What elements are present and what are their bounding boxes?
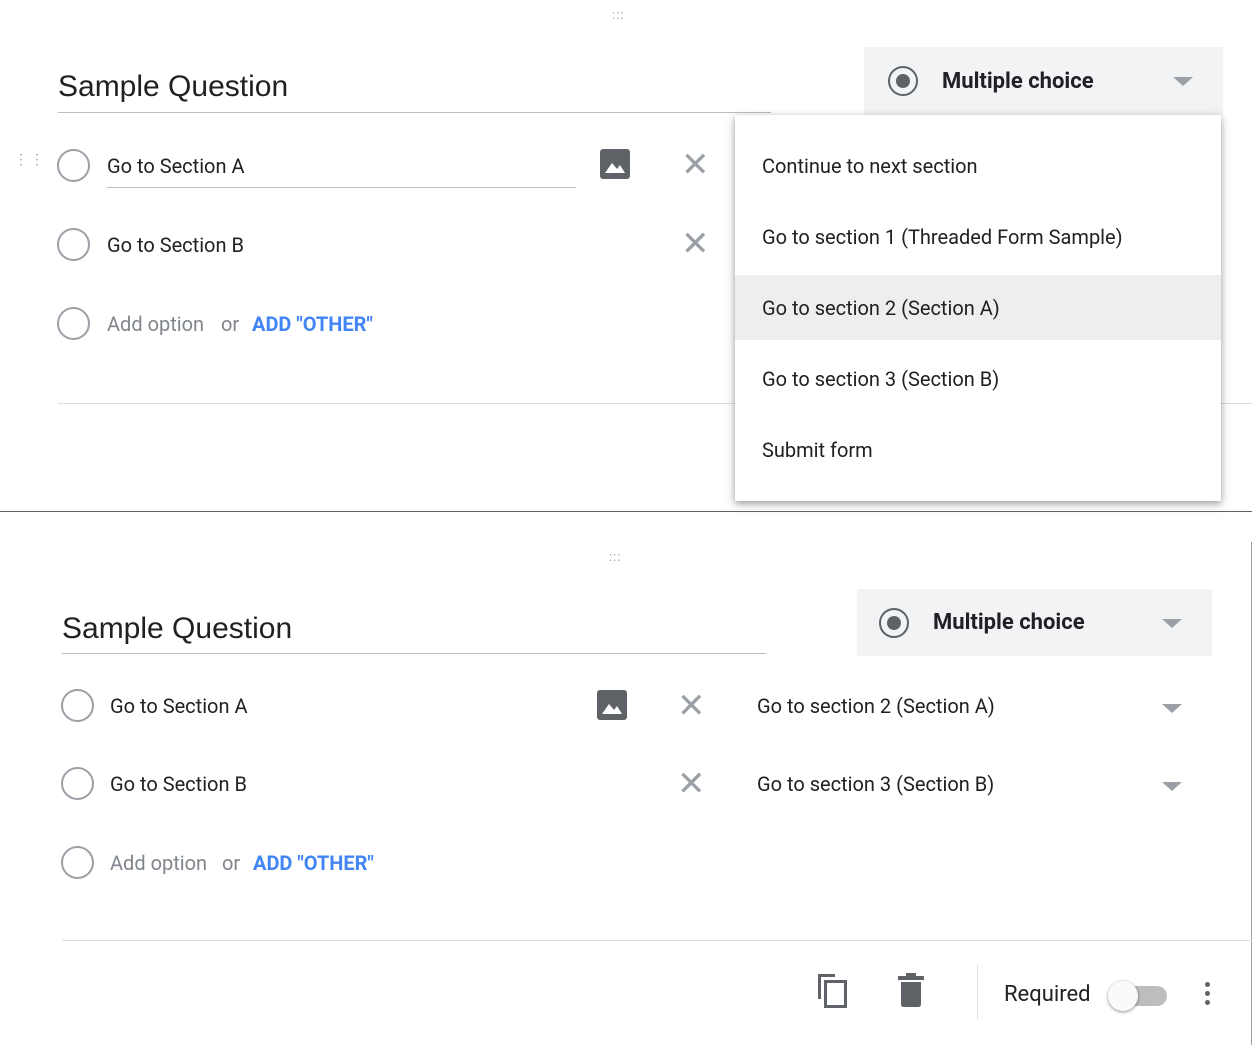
card-drag-handle-icon[interactable]: ::: — [612, 9, 624, 22]
menu-item-continue[interactable]: Continue to next section — [735, 133, 1221, 198]
caret-down-icon[interactable] — [1162, 704, 1182, 713]
toggle-thumb — [1108, 981, 1138, 1011]
option-radio — [61, 689, 94, 722]
option-radio — [61, 767, 94, 800]
add-other-button[interactable]: ADD "OTHER" — [252, 312, 373, 336]
option-label[interactable]: Go to Section A — [107, 154, 245, 178]
question-title[interactable]: Sample Question — [58, 70, 288, 104]
add-option-input[interactable]: Add option — [107, 312, 204, 336]
option-label[interactable]: Go to Section B — [110, 772, 247, 796]
required-toggle[interactable] — [1108, 979, 1170, 1013]
menu-item-section-1[interactable]: Go to section 1 (Threaded Form Sample) — [735, 204, 1221, 269]
question-title-underline — [62, 653, 766, 654]
question-type-label: Multiple choice — [933, 610, 1085, 635]
trash-icon[interactable] — [898, 973, 924, 1011]
close-icon[interactable]: ✕ — [681, 227, 710, 261]
question-card-bottom: ::: Sample Question Multiple choice Go t… — [0, 542, 1252, 1045]
menu-item-section-2[interactable]: Go to section 2 (Section A) — [735, 275, 1221, 340]
required-label: Required — [1004, 982, 1091, 1007]
question-type-select[interactable]: Multiple choice — [857, 589, 1212, 656]
go-to-section-select[interactable]: Go to section 3 (Section B) — [757, 772, 994, 796]
question-title-underline — [58, 112, 771, 113]
question-type-label: Multiple choice — [942, 68, 1094, 94]
caret-down-icon — [1173, 77, 1193, 86]
option-radio — [57, 228, 90, 261]
menu-item-submit[interactable]: Submit form — [735, 417, 1221, 482]
close-icon[interactable]: ✕ — [681, 148, 710, 182]
option-label[interactable]: Go to Section A — [110, 694, 248, 718]
add-option-input[interactable]: Add option — [110, 851, 207, 875]
footer-divider — [62, 940, 1252, 941]
option-underline — [107, 187, 576, 188]
image-icon[interactable] — [600, 149, 630, 179]
question-card-top: ::: Sample Question Multiple choice ⋮⋮ G… — [0, 0, 1252, 512]
option-label[interactable]: Go to Section B — [107, 233, 244, 257]
close-icon[interactable]: ✕ — [677, 689, 706, 723]
footer-separator — [977, 965, 978, 1019]
or-text: or — [222, 851, 241, 875]
menu-item-section-3[interactable]: Go to section 3 (Section B) — [735, 346, 1221, 411]
card-drag-handle-icon[interactable]: ::: — [609, 551, 621, 564]
option-radio — [57, 307, 90, 340]
go-to-section-menu: Continue to next section Go to section 1… — [735, 115, 1221, 501]
add-other-button[interactable]: ADD "OTHER" — [253, 851, 374, 875]
option-radio — [61, 846, 94, 879]
radio-button-icon — [879, 607, 909, 638]
caret-down-icon[interactable] — [1162, 782, 1182, 791]
caret-down-icon — [1162, 619, 1182, 628]
copy-icon[interactable] — [815, 971, 849, 1013]
image-icon[interactable] — [597, 690, 627, 720]
question-type-select[interactable]: Multiple choice — [864, 47, 1223, 115]
option-radio — [57, 149, 90, 182]
option-drag-handle-icon[interactable]: ⋮⋮ — [14, 153, 46, 167]
question-title[interactable]: Sample Question — [62, 612, 292, 646]
or-text: or — [221, 312, 240, 336]
more-vert-icon[interactable] — [1205, 982, 1210, 1005]
radio-button-icon — [888, 66, 918, 96]
go-to-section-select[interactable]: Go to section 2 (Section A) — [757, 694, 995, 718]
close-icon[interactable]: ✕ — [677, 767, 706, 801]
